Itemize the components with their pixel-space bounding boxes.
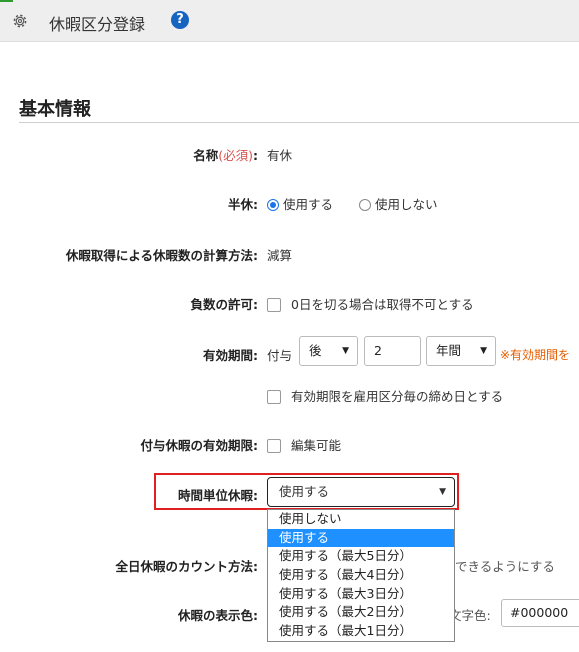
text-color-label: 文字色: bbox=[449, 608, 491, 623]
chevron-down-icon: ▼ bbox=[439, 487, 446, 497]
help-icon[interactable]: ? bbox=[171, 11, 189, 29]
closing-checkbox-label: 有効期限を雇用区分毎の締め日とする bbox=[291, 389, 504, 404]
radio-on-label: 使用する bbox=[283, 197, 334, 212]
full-day-count-trailing: できるようにする bbox=[455, 559, 555, 574]
hourly-dropdown-list: 使用しない 使用する 使用する（最大5日分） 使用する（最大4日分） 使用する（… bbox=[267, 509, 455, 642]
text-color-input[interactable]: #000000 bbox=[501, 599, 579, 627]
section-title: 基本情報 bbox=[19, 99, 91, 120]
closing-checkbox-row[interactable]: 有効期限を雇用区分毎の締め日とする bbox=[267, 386, 503, 405]
negative-label: 負数の許可: bbox=[190, 297, 259, 312]
radio-unselected-icon bbox=[359, 199, 371, 211]
dropdown-option[interactable]: 使用する（最大5日分） bbox=[268, 547, 454, 566]
validity-unit-select[interactable]: 年間 ▼ bbox=[426, 336, 496, 366]
hourly-select[interactable]: 使用する ▼ bbox=[267, 477, 455, 507]
dropdown-option[interactable]: 使用する（最大1日分） bbox=[268, 622, 454, 641]
half-day-radio-on[interactable]: 使用する bbox=[267, 197, 333, 212]
page-title: 休暇区分登録 bbox=[49, 15, 146, 34]
grant-validity-label: 付与休暇の有効期限: bbox=[140, 438, 259, 453]
name-value: 有休 bbox=[267, 148, 293, 163]
name-label-colon: : bbox=[253, 148, 258, 163]
title-bar: 休暇区分登録 ? bbox=[0, 0, 579, 42]
half-day-radio-off[interactable]: 使用しない bbox=[359, 197, 438, 212]
negative-checkbox[interactable] bbox=[267, 298, 281, 312]
full-day-count-label: 全日休暇のカウント方法: bbox=[115, 559, 259, 574]
display-color-label: 休暇の表示色: bbox=[178, 608, 258, 623]
half-day-label: 半休: bbox=[228, 197, 258, 212]
calc-method-value: 減算 bbox=[267, 248, 293, 263]
validity-direction-value: 後 bbox=[309, 343, 322, 358]
validity-unit-value: 年間 bbox=[436, 343, 462, 358]
grant-validity-checkbox-label: 編集可能 bbox=[291, 438, 342, 453]
hourly-selected-value: 使用する bbox=[279, 484, 330, 499]
section-divider bbox=[19, 122, 579, 123]
chevron-down-icon: ▼ bbox=[342, 346, 349, 356]
closing-checkbox[interactable] bbox=[267, 390, 281, 404]
grant-validity-checkbox-row[interactable]: 編集可能 bbox=[267, 435, 341, 454]
gear-icon[interactable] bbox=[11, 12, 29, 30]
dropdown-option[interactable]: 使用する（最大2日分） bbox=[268, 603, 454, 622]
hourly-label: 時間単位休暇: bbox=[178, 488, 258, 503]
name-label-text: 名称 bbox=[193, 148, 219, 163]
validity-direction-select[interactable]: 後 ▼ bbox=[299, 336, 358, 366]
radio-off-label: 使用しない bbox=[375, 197, 438, 212]
dropdown-option[interactable]: 使用する（最大4日分） bbox=[268, 566, 454, 585]
calc-method-label: 休暇取得による休暇数の計算方法: bbox=[65, 248, 258, 263]
title-bar-accent bbox=[0, 0, 13, 2]
validity-amount-input[interactable]: 2 bbox=[364, 336, 421, 366]
required-marker: (必須) bbox=[218, 148, 253, 163]
chevron-down-icon: ▼ bbox=[480, 346, 487, 356]
validity-label: 有効期間: bbox=[203, 348, 258, 363]
negative-checkbox-label: 0日を切る場合は取得不可とする bbox=[291, 297, 474, 312]
validity-prefix: 付与 bbox=[267, 348, 293, 363]
half-day-options: 使用する 使用しない bbox=[267, 194, 438, 213]
dropdown-option[interactable]: 使用する（最大3日分） bbox=[268, 585, 454, 604]
validity-amount-value: 2 bbox=[374, 343, 382, 358]
name-label: 名称(必須): bbox=[193, 145, 258, 164]
dropdown-option[interactable]: 使用しない bbox=[268, 510, 454, 529]
validity-note: ※有効期間を bbox=[500, 348, 571, 362]
radio-selected-icon bbox=[267, 199, 279, 211]
dropdown-option-highlighted[interactable]: 使用する bbox=[268, 528, 454, 548]
grant-validity-checkbox[interactable] bbox=[267, 439, 281, 453]
negative-checkbox-row[interactable]: 0日を切る場合は取得不可とする bbox=[267, 294, 474, 313]
